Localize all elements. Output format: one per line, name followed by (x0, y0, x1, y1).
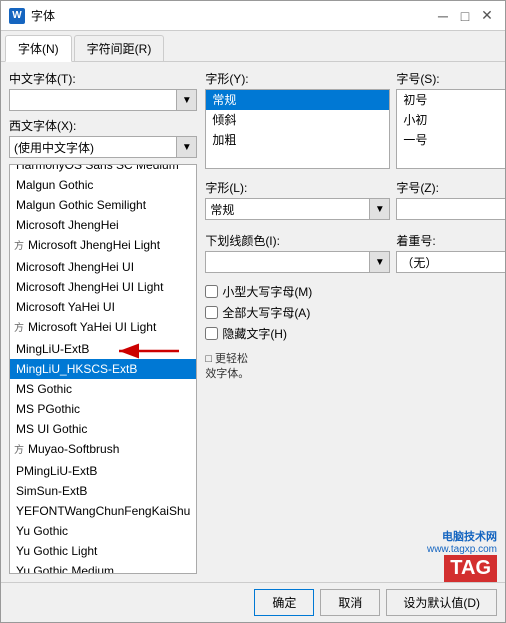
tab-spacing[interactable]: 字符间距(R) (74, 35, 165, 61)
style-list-item[interactable]: 倾斜 (206, 110, 389, 130)
checkbox-label: 全部大写字母(A) (222, 304, 310, 321)
checkbox-label: 小型大写字母(M) (222, 283, 312, 300)
size-select-row: ▼ (396, 198, 505, 220)
right-panel: 字形(Y): 常规倾斜加粗 字号(S): 初号小初一号 字形(L): ▼ (205, 70, 505, 574)
font-list-item[interactable]: Microsoft JhengHei UI (10, 257, 196, 277)
checkbox-input[interactable] (205, 306, 218, 319)
chinese-font-input[interactable] (9, 89, 177, 111)
font-list-item[interactable]: Microsoft YaHei UI (10, 297, 196, 317)
chinese-font-input-row: ▼ (9, 89, 197, 111)
font-list-item[interactable]: MS PGothic (10, 399, 196, 419)
size-field-input[interactable] (396, 198, 505, 220)
western-font-dropdown[interactable]: ▼ (177, 136, 197, 158)
font-list-item[interactable]: Yu Gothic (10, 521, 196, 541)
western-font-group: 西文字体(X): ▼ (9, 117, 197, 158)
font-list-item[interactable]: SimSun-ExtB (10, 481, 196, 501)
underline-dropdown[interactable]: ▼ (370, 251, 390, 273)
style-select-row: ▼ (205, 198, 390, 220)
font-list-item[interactable]: 方Muyao-Softbrush (10, 439, 196, 461)
hint-line2: 效字体。 (205, 368, 249, 380)
style-list-item[interactable]: 常规 (206, 90, 389, 110)
size-field: 字号(Z): ▼ (396, 179, 505, 220)
style-field: 字形(L): ▼ (205, 179, 390, 220)
style-size-row: 字形(Y): 常规倾斜加粗 字号(S): 初号小初一号 (205, 70, 505, 169)
checkbox-label: 隐藏文字(H) (222, 325, 287, 342)
underline-field: 下划线颜色(I): ▼ (205, 232, 390, 273)
font-list-item[interactable]: MingLiU_HKSCS-ExtB (10, 359, 196, 379)
cancel-button[interactable]: 取消 (320, 589, 380, 616)
title-bar: W 字体 ─ □ ✕ (1, 1, 505, 31)
emphasis-select-row: ▼ (396, 251, 505, 273)
font-dialog: W 字体 ─ □ ✕ 字体(N) 字符间距(R) 中文字体(T): ▼ (0, 0, 506, 623)
checkbox-row: 隐藏文字(H) (205, 325, 505, 342)
style-col: 字形(Y): 常规倾斜加粗 (205, 70, 390, 169)
font-list-item[interactable]: MS Gothic (10, 379, 196, 399)
tabs-bar: 字体(N) 字符间距(R) (1, 31, 505, 62)
checkbox-input[interactable] (205, 285, 218, 298)
ok-button[interactable]: 确定 (254, 589, 314, 616)
style-list-item[interactable]: 加粗 (206, 130, 389, 150)
style-field-dropdown[interactable]: ▼ (370, 198, 390, 220)
underline-input[interactable] (205, 251, 370, 273)
font-list-item[interactable]: YEFONTWangChunFengKaiShu (10, 501, 196, 521)
font-list-item[interactable]: Yu Gothic Light (10, 541, 196, 561)
font-list-item[interactable]: Yu Gothic Medium (10, 561, 196, 574)
font-list-item[interactable]: 方Microsoft YaHei UI Light (10, 317, 196, 339)
underline-select-row: ▼ (205, 251, 390, 273)
emphasis-field: 着重号: ▼ (396, 232, 505, 273)
chinese-font-label: 中文字体(T): (9, 70, 197, 87)
emphasis-input[interactable] (396, 251, 505, 273)
font-list-item[interactable]: MS UI Gothic (10, 419, 196, 439)
left-panel: 中文字体(T): ▼ 西文字体(X): ▼ HarmonyOS Sans SC … (9, 70, 197, 574)
checkbox-row: 小型大写字母(M) (205, 283, 505, 300)
font-list[interactable]: HarmonyOS Sans SC MediumMalgun GothicMal… (9, 164, 197, 574)
size-col: 字号(S): 初号小初一号 (396, 70, 505, 169)
emphasis-label: 着重号: (396, 232, 505, 249)
size-list-item[interactable]: 小初 (397, 110, 505, 130)
western-font-label: 西文字体(X): (9, 117, 197, 134)
font-list-item[interactable]: 方Microsoft JhengHei Light (10, 235, 196, 257)
hint-line1: □ 更轻松 (205, 353, 248, 365)
style-field-label: 字形(L): (205, 179, 390, 196)
chinese-font-dropdown[interactable]: ▼ (177, 89, 197, 111)
style-field-input[interactable] (205, 198, 370, 220)
underline-emphasis-row: 下划线颜色(I): ▼ 着重号: ▼ (205, 232, 505, 273)
western-font-input[interactable] (9, 136, 177, 158)
tab-font[interactable]: 字体(N) (5, 35, 72, 62)
western-font-input-row: ▼ (9, 136, 197, 158)
window-controls: ─ □ ✕ (433, 6, 497, 26)
font-list-item[interactable]: Microsoft JhengHei UI Light (10, 277, 196, 297)
font-list-item[interactable]: PMingLiU-ExtB (10, 461, 196, 481)
app-icon: W (9, 8, 25, 24)
bottom-bar: 确定取消设为默认值(D) (1, 582, 505, 622)
minimize-button[interactable]: ─ (433, 6, 453, 26)
chinese-font-group: 中文字体(T): ▼ (9, 70, 197, 111)
checkbox-row: 全部大写字母(A) (205, 304, 505, 321)
font-list-item[interactable]: MingLiU-ExtB (10, 339, 196, 359)
size-list-item[interactable]: 初号 (397, 90, 505, 110)
font-list-item[interactable]: Malgun Gothic (10, 175, 196, 195)
checkboxes-group: 小型大写字母(M) 全部大写字母(A) 隐藏文字(H) (205, 283, 505, 342)
font-list-item[interactable]: Microsoft JhengHei (10, 215, 196, 235)
maximize-button[interactable]: □ (455, 6, 475, 26)
style-list-label: 字形(Y): (205, 70, 390, 87)
hint-text: □ 更轻松 效字体。 (205, 352, 505, 383)
window-title: 字体 (31, 7, 55, 24)
style-list[interactable]: 常规倾斜加粗 (205, 89, 390, 169)
default-button[interactable]: 设为默认值(D) (386, 589, 497, 616)
size-field-label: 字号(Z): (396, 179, 505, 196)
underline-label: 下划线颜色(I): (205, 232, 390, 249)
font-list-item[interactable]: HarmonyOS Sans SC Medium (10, 164, 196, 175)
style-size-input-row: 字形(L): ▼ 字号(Z): ▼ (205, 179, 505, 220)
size-list-item[interactable]: 一号 (397, 130, 505, 150)
checkbox-input[interactable] (205, 327, 218, 340)
font-list-item[interactable]: Malgun Gothic Semilight (10, 195, 196, 215)
title-bar-left: W 字体 (9, 7, 55, 24)
dialog-content: 中文字体(T): ▼ 西文字体(X): ▼ HarmonyOS Sans SC … (1, 62, 505, 582)
size-list-label: 字号(S): (396, 70, 505, 87)
close-button[interactable]: ✕ (477, 6, 497, 26)
size-list[interactable]: 初号小初一号 (396, 89, 505, 169)
